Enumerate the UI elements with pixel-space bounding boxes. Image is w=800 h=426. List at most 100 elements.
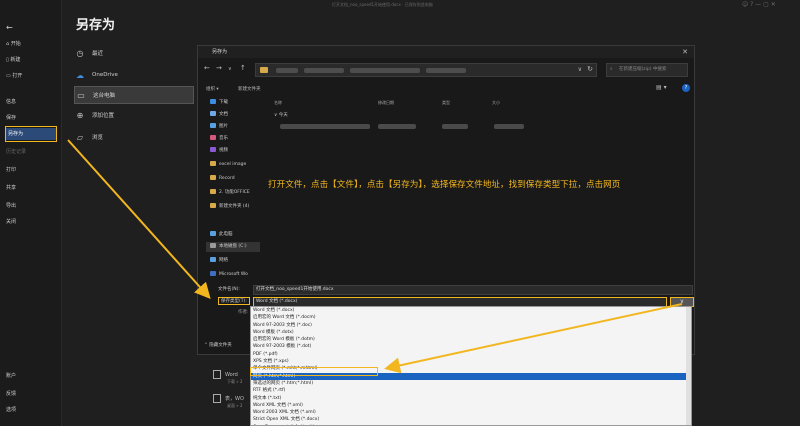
sidebar-item[interactable]: Microsoft Wo: [210, 270, 248, 280]
file-row: [442, 124, 468, 129]
location-this-pc[interactable]: ▭ 这台电脑: [74, 86, 194, 104]
dropdown-option[interactable]: 启用宏的 Word 模板 (*.dotm): [251, 336, 691, 343]
dropdown-option[interactable]: 筛选过的网页 (*.htm;*.html): [251, 380, 691, 387]
download-icon: [210, 99, 216, 104]
dropdown-option[interactable]: Word XML 文档 (*.xml): [251, 402, 691, 409]
network-icon: [210, 257, 216, 262]
dropdown-option[interactable]: 网页 (*.htm;*.html): [251, 372, 691, 380]
nav-item-save-as[interactable]: 另存为: [5, 128, 57, 140]
window-title: 打开文档_noo_speed1开始使用.docx · 已保存到此电脑: [332, 2, 433, 7]
address-segment: [276, 68, 298, 73]
nav-item-options[interactable]: 选项: [6, 404, 16, 416]
pc-icon: [210, 231, 216, 236]
dropdown-option[interactable]: PDF (*.pdf): [251, 351, 691, 358]
close-icon[interactable]: ✕: [682, 46, 688, 58]
sidebar-item[interactable]: 文档: [210, 110, 228, 120]
sidebar-item[interactable]: 2. 功能OFFICE: [210, 188, 250, 198]
nav-item-info[interactable]: 信息: [6, 96, 16, 108]
nav-item-feedback[interactable]: 反馈: [6, 388, 16, 400]
dropdown-option[interactable]: Word 2003 XML 文档 (*.xml): [251, 409, 691, 416]
nav-item-account[interactable]: 账户: [6, 370, 16, 382]
file-list-header: 名称 修改日期 类型 大小: [274, 100, 674, 108]
new-folder-button[interactable]: 新建文件夹: [238, 86, 261, 92]
location-recent[interactable]: ◷ 最近: [74, 44, 194, 62]
recent-doc-1[interactable]: Word 下载 » 2: [213, 370, 243, 385]
address-bar[interactable]: ∨ ↻: [255, 63, 597, 77]
word-icon: [210, 271, 216, 276]
location-add-place[interactable]: ⊕ 添加位置: [74, 106, 194, 124]
dropdown-option[interactable]: Word 文档 (*.docx): [251, 307, 691, 314]
organize-button[interactable]: 组织 ▾: [206, 86, 219, 92]
sidebar-item[interactable]: Record: [210, 174, 235, 184]
nav-item-history[interactable]: 历史记录: [6, 146, 26, 158]
up-arrow-icon[interactable]: ↑: [240, 64, 246, 72]
sidebar-item[interactable]: 此电脑: [210, 230, 233, 240]
folder-icon: [210, 161, 216, 166]
column-size[interactable]: 大小: [492, 100, 500, 106]
sidebar-item[interactable]: 图片: [210, 122, 228, 132]
sidebar-item[interactable]: excel image: [210, 160, 246, 170]
dropdown-scrollbar[interactable]: [686, 307, 691, 425]
hide-folders-toggle[interactable]: ⌃ 隐藏文件夹: [204, 342, 232, 348]
nav-item-new[interactable]: ▯ 新建: [6, 54, 20, 66]
address-segment: [426, 68, 466, 73]
back-arrow-icon[interactable]: ←: [204, 64, 210, 72]
forward-arrow-icon[interactable]: →: [216, 64, 222, 72]
nav-item-share[interactable]: 共享: [6, 182, 16, 194]
author-label: 作者:: [238, 310, 249, 315]
folder-icon: [210, 203, 216, 208]
help-icon[interactable]: ?: [682, 84, 690, 92]
nav-item-print[interactable]: 打印: [6, 164, 16, 176]
doc-icon: [213, 370, 221, 379]
dropdown-option[interactable]: Word 97-2003 文档 (*.doc): [251, 322, 691, 329]
sidebar-item[interactable]: 本地磁盘 (C:): [206, 242, 260, 252]
nav-item-close[interactable]: 关闭: [6, 216, 16, 228]
dropdown-option[interactable]: Strict Open XML 文档 (*.docx): [251, 416, 691, 423]
search-icon: ⌕: [610, 67, 613, 72]
column-name[interactable]: 名称: [274, 100, 282, 106]
dropdown-option[interactable]: Word 97-2003 模板 (*.dot): [251, 343, 691, 350]
search-input[interactable]: ⌕ 在新建压缩(zip) 中搜索: [606, 63, 688, 77]
nav-item-home[interactable]: ⌂ 开始: [6, 38, 21, 50]
sidebar-item[interactable]: 新建文件夹 (4): [210, 202, 249, 212]
sidebar-item[interactable]: 下载: [210, 98, 228, 108]
address-segment: [304, 68, 344, 73]
globe-icon: ⊕: [76, 110, 84, 120]
dropdown-option[interactable]: 启用宏的 Word 文档 (*.docm): [251, 314, 691, 321]
dialog-nav-row: ← → ∨ ↑ ∨ ↻ ⌕ 在新建压缩(zip) 中搜索: [198, 60, 694, 80]
dropdown-option[interactable]: RTF 格式 (*.rtf): [251, 387, 691, 394]
dropdown-option[interactable]: 纯文本 (*.txt): [251, 395, 691, 402]
nav-item-open[interactable]: ▭ 打开: [6, 70, 22, 82]
folder-icon: [210, 189, 216, 194]
sidebar-item[interactable]: 音乐: [210, 134, 228, 144]
filename-row: 文件名(N): 打开文档_noo_speed1开始使用.docx: [198, 284, 694, 296]
location-onedrive[interactable]: ☁ OneDrive: [74, 66, 194, 84]
view-options-icon[interactable]: ▤ ▾: [656, 84, 667, 91]
recent-doc-2[interactable]: 表，WO 桌面 » 2: [213, 394, 244, 409]
document-icon: [210, 111, 216, 116]
location-browse[interactable]: ▱ 浏览: [74, 128, 194, 146]
dropdown-option[interactable]: Word 模板 (*.dotx): [251, 329, 691, 336]
filename-input[interactable]: 打开文档_noo_speed1开始使用.docx: [253, 285, 693, 295]
instruction-annotation: 打开文件，点击【文件】，点击【另存为】，选择保存文件地址，找到保存类型下拉，点击…: [268, 180, 621, 190]
window-controls[interactable]: ☺ ? — ▢ ✕: [742, 1, 776, 8]
sidebar-item[interactable]: 视频: [210, 146, 228, 156]
picture-icon: [210, 123, 216, 128]
dropdown-option[interactable]: 单个文件网页 (*.mht;*.mhtml): [251, 365, 691, 372]
nav-item-save[interactable]: 保存: [6, 112, 16, 124]
file-row: [494, 124, 524, 129]
arrow-to-filetype: [67, 139, 211, 299]
recent-dropdown-icon[interactable]: ∨: [228, 66, 232, 72]
drive-icon: [210, 243, 216, 248]
column-modified[interactable]: 修改日期: [378, 100, 394, 106]
column-type[interactable]: 类型: [442, 100, 450, 106]
refresh-icon[interactable]: ↻: [587, 65, 593, 73]
back-button[interactable]: ←: [6, 22, 13, 34]
dropdown-option[interactable]: XPS 文档 (*.xps): [251, 358, 691, 365]
video-icon: [210, 147, 216, 152]
sidebar-item[interactable]: 网络: [210, 256, 228, 266]
address-dropdown-icon[interactable]: ∨: [578, 66, 582, 73]
chevron-down-icon: ∨: [679, 298, 685, 305]
nav-item-export[interactable]: 导出: [6, 200, 16, 212]
file-row[interactable]: [280, 124, 370, 129]
